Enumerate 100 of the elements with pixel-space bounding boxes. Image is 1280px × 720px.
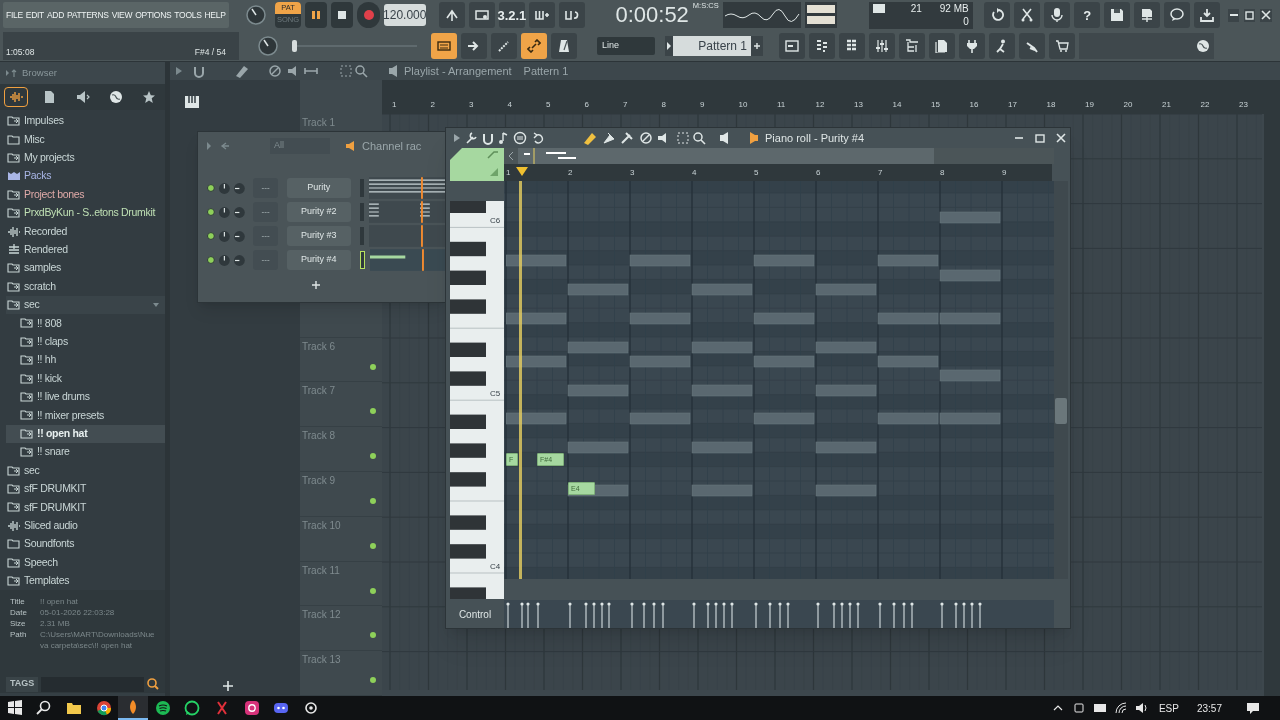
volume-knob[interactable] [217, 205, 231, 219]
download-button[interactable] [1194, 2, 1221, 29]
browser-item[interactable]: Project bones [6, 185, 165, 204]
overview-scrollbar[interactable] [504, 148, 1054, 164]
pattern-selector[interactable]: Pattern 1 [673, 35, 751, 56]
channel-name-button[interactable]: Purity #2 [286, 202, 351, 222]
playhead-marker[interactable] [516, 167, 528, 176]
browser-item[interactable]: !! claps [6, 332, 165, 352]
add-icon[interactable] [222, 680, 234, 692]
master-volume-knob[interactable] [245, 4, 268, 27]
minimize-button[interactable] [1228, 8, 1240, 22]
cart-button[interactable] [1049, 32, 1075, 59]
menu-item[interactable]: VIEW [111, 8, 133, 22]
mixer-track-selector[interactable]: --- [253, 178, 278, 198]
menu-item[interactable]: HELP [204, 8, 226, 22]
scrollbar[interactable] [1054, 181, 1068, 579]
browser-item[interactable]: !! kick [6, 369, 165, 388]
mixer-track-selector[interactable]: --- [253, 226, 278, 246]
browser-button[interactable] [899, 32, 925, 59]
track-led[interactable] [370, 453, 376, 460]
taskbar-app[interactable] [118, 696, 148, 720]
browser-item[interactable]: !! open hat [6, 424, 165, 444]
tool-corner-drawing[interactable] [450, 148, 504, 181]
pause-button[interactable] [304, 2, 328, 29]
track-led[interactable] [370, 363, 376, 370]
notification-icon[interactable] [1246, 701, 1260, 715]
piano-button[interactable] [809, 32, 835, 59]
battery-icon[interactable] [1092, 702, 1107, 714]
browser-item[interactable]: sec [6, 295, 165, 315]
tags-button[interactable]: TAGS [6, 676, 39, 692]
browser-item[interactable]: samples [6, 259, 165, 278]
floppy-button[interactable] [1104, 2, 1131, 29]
browser-item[interactable]: !! 808 [6, 314, 165, 333]
browser-item[interactable]: !! snare [6, 443, 165, 462]
volume-knob[interactable] [217, 253, 231, 267]
pan-knob[interactable] [232, 229, 246, 243]
track-led[interactable] [370, 632, 376, 639]
camera-icon[interactable] [1072, 702, 1085, 714]
browser-item[interactable]: My projects [6, 148, 165, 168]
browser-item[interactable]: !! hh [6, 351, 165, 370]
chevron-icon[interactable] [1052, 705, 1063, 711]
channel-select-indicator[interactable] [359, 251, 365, 269]
channel-name-button[interactable]: Purity [286, 178, 351, 198]
master-pitch-knob[interactable] [257, 34, 279, 57]
close-button[interactable] [1054, 131, 1068, 145]
caret-icon[interactable] [665, 35, 673, 56]
pointer-button[interactable] [438, 2, 465, 29]
pan-knob[interactable] [232, 253, 246, 267]
browser-item[interactable]: scratch [6, 277, 165, 296]
chat-button[interactable] [1164, 2, 1191, 29]
track-led[interactable] [370, 677, 376, 684]
master-pitch-slider[interactable] [289, 38, 419, 53]
scrollbar[interactable] [1264, 79, 1280, 696]
browser-item[interactable]: Impulses [6, 112, 165, 131]
channel-name-button[interactable]: Purity #3 [286, 226, 351, 246]
maximize-button[interactable] [1033, 131, 1047, 145]
channel-name-button[interactable]: Purity #4 [286, 250, 351, 270]
pages-button[interactable] [929, 32, 955, 59]
add-icon[interactable] [311, 280, 321, 290]
arrow-button[interactable] [461, 32, 487, 59]
mixer-track-selector[interactable]: --- [253, 250, 278, 270]
track-led[interactable] [370, 587, 376, 594]
add-pattern-icon[interactable] [751, 35, 763, 56]
rack-button[interactable] [839, 32, 865, 59]
browser-item[interactable]: Misc [6, 130, 165, 149]
browser-item[interactable]: Speech [6, 553, 165, 572]
menu-item[interactable]: OPTIONS [135, 8, 172, 22]
wifi-icon[interactable] [1114, 702, 1127, 714]
keyboard-button[interactable] [431, 32, 457, 59]
browser-item[interactable]: Rendered [6, 240, 165, 260]
browser-item[interactable]: Templates [6, 571, 165, 591]
close-button[interactable] [1260, 8, 1272, 22]
nav-arrows-icon[interactable] [5, 68, 19, 78]
mixer-track-selector[interactable]: --- [253, 202, 278, 222]
restore-button[interactable] [1244, 8, 1256, 22]
typing-button[interactable] [468, 2, 495, 29]
pan-knob[interactable] [232, 181, 246, 195]
volume-knob[interactable] [217, 229, 231, 243]
steps-button[interactable] [491, 32, 517, 59]
menu-item[interactable]: TOOLS [174, 8, 202, 22]
mixer-button[interactable] [869, 32, 895, 59]
caret-icon[interactable] [454, 134, 460, 142]
channel-led[interactable] [206, 255, 216, 265]
volume-icon[interactable] [1134, 702, 1149, 714]
person-button[interactable] [989, 32, 1015, 59]
loop-button[interactable] [558, 2, 585, 29]
channel-led[interactable] [206, 183, 216, 193]
floppy-stack-button[interactable] [1134, 2, 1161, 29]
mic-button[interactable] [1044, 2, 1071, 29]
step-add-button[interactable] [528, 2, 555, 29]
piano-keyboard-drawing[interactable] [450, 201, 504, 599]
browser-item[interactable]: !! mixer presets [6, 406, 165, 425]
stop-button[interactable] [331, 2, 354, 29]
metronome-button[interactable] [551, 32, 577, 59]
browser-item[interactable]: Soundfonts [6, 535, 165, 554]
snap-dropdown[interactable]: Line [597, 36, 655, 55]
taskbar-clock[interactable]: 23:57 [1196, 700, 1222, 716]
channel-led[interactable] [206, 207, 216, 217]
menu-item[interactable]: FILE [6, 8, 23, 22]
browser-item[interactable]: Recorded [6, 222, 165, 241]
